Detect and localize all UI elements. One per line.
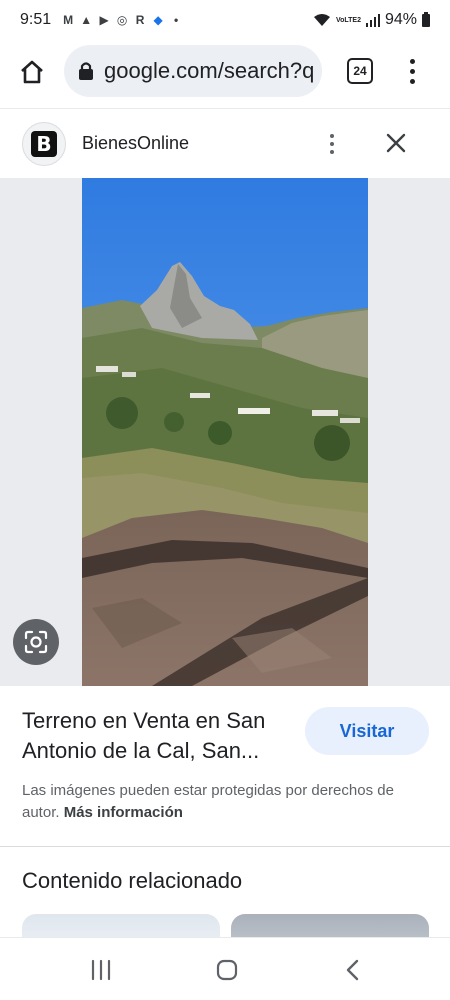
nav-home-button[interactable] (213, 956, 241, 984)
system-nav-bar (0, 937, 450, 1000)
nav-back-button[interactable] (339, 956, 367, 984)
battery-icon (422, 11, 430, 27)
google-lens-icon (24, 630, 48, 654)
lock-icon (78, 61, 94, 81)
more-notifications-icon: • (174, 13, 179, 27)
more-vert-icon (409, 58, 415, 64)
status-left: 9:51 M ▲ ▶ ◎ R ◆ • (20, 11, 183, 29)
youtube-notification-icon: ▶ (99, 13, 109, 27)
tab-switcher-button[interactable]: 24 (347, 58, 373, 84)
image-preview-area (0, 178, 450, 686)
address-bar[interactable]: google.com/search?q (64, 45, 322, 97)
site-logo-letter: B (31, 130, 57, 157)
diamond-notification-icon: ◆ (153, 13, 163, 27)
r-notification-icon: R (135, 13, 145, 27)
gmail-notification-icon: M (63, 13, 74, 27)
result-title-line-2: Antonio de la Cal, San... (22, 738, 260, 763)
wifi-icon (313, 14, 330, 26)
related-content-heading: Contenido relacionado (22, 868, 243, 893)
site-logo[interactable]: B (22, 121, 66, 166)
app-notification-icon: ◎ (116, 13, 128, 27)
google-lens-button[interactable] (13, 619, 59, 665)
more-vert-icon (330, 134, 334, 138)
section-divider (0, 846, 450, 847)
status-right: VoLTE2 94% (313, 11, 430, 29)
site-name[interactable]: BienesOnline (82, 133, 189, 154)
volte-label: VoLTE2 (335, 16, 361, 24)
close-button[interactable] (382, 129, 410, 157)
recent-apps-icon (91, 959, 111, 981)
browser-toolbar: google.com/search?q 24 (0, 40, 450, 104)
close-icon (386, 133, 406, 153)
nav-home-icon (216, 959, 238, 981)
url-text: google.com/search?q (104, 58, 315, 83)
result-image[interactable] (82, 178, 368, 686)
result-title[interactable]: Terreno en Venta en San Antonio de la Ca… (22, 706, 292, 766)
status-bar: 9:51 M ▲ ▶ ◎ R ◆ • VoLTE2 94% (0, 0, 450, 40)
result-header: B BienesOnline (0, 108, 450, 178)
warning-notification-icon: ▲ (80, 13, 93, 27)
status-time: 9:51 (20, 11, 52, 28)
back-icon (346, 959, 359, 981)
result-title-line-1: Terreno en Venta en San (22, 708, 266, 733)
recent-apps-button[interactable] (87, 956, 115, 984)
more-info-link[interactable]: Más información (64, 804, 183, 821)
visit-button[interactable]: Visitar (305, 707, 429, 755)
home-button[interactable] (16, 56, 48, 88)
browser-menu-button[interactable] (400, 54, 424, 88)
copyright-disclaimer: Las imágenes pueden estar protegidas por… (22, 780, 432, 824)
result-more-button[interactable] (322, 129, 342, 159)
signal-icon (365, 13, 380, 27)
battery-percent: 94% (384, 11, 417, 28)
home-icon (21, 60, 43, 84)
